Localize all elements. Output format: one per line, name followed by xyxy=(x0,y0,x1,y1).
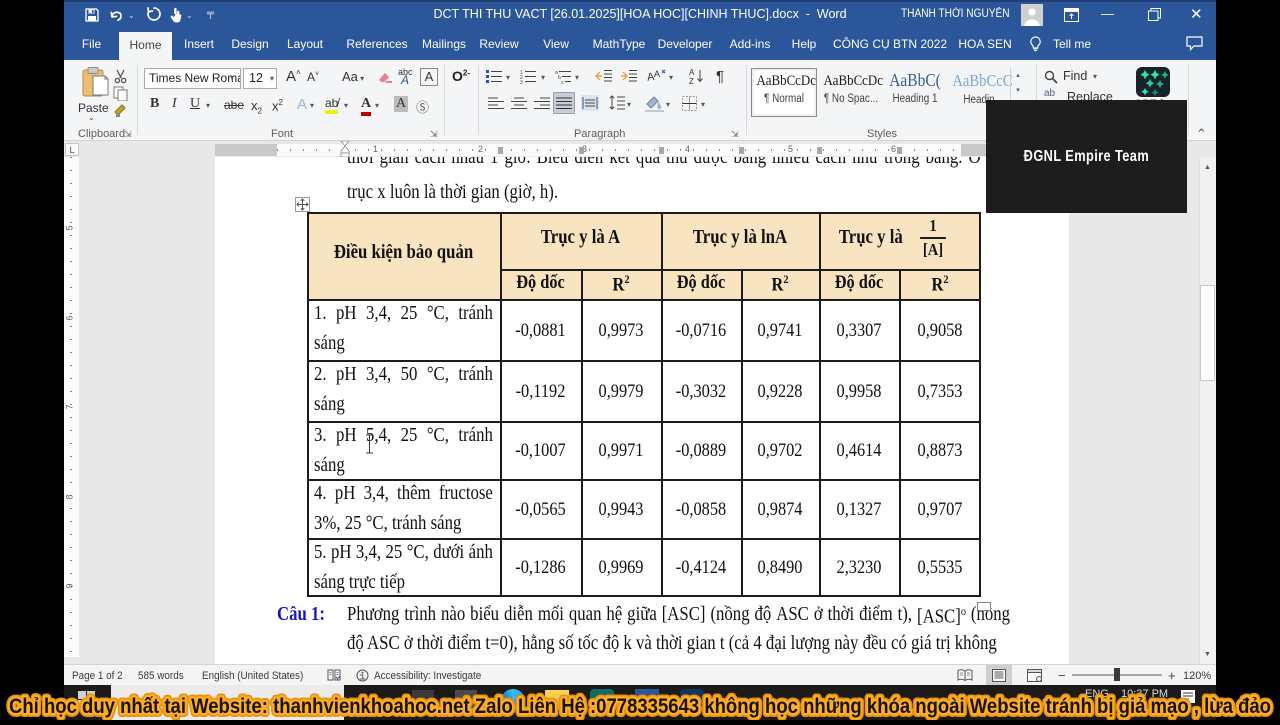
svg-text:c: c xyxy=(561,80,564,84)
svg-text:3: 3 xyxy=(520,80,523,84)
svg-text:Chỉ học duy nhất tại Website:: Chỉ học duy nhất tại Website: thanhvienk… xyxy=(9,695,1271,718)
svg-text:Z: Z xyxy=(689,77,694,85)
svg-text:A: A xyxy=(689,68,695,77)
svg-text:A: A xyxy=(654,69,660,79)
